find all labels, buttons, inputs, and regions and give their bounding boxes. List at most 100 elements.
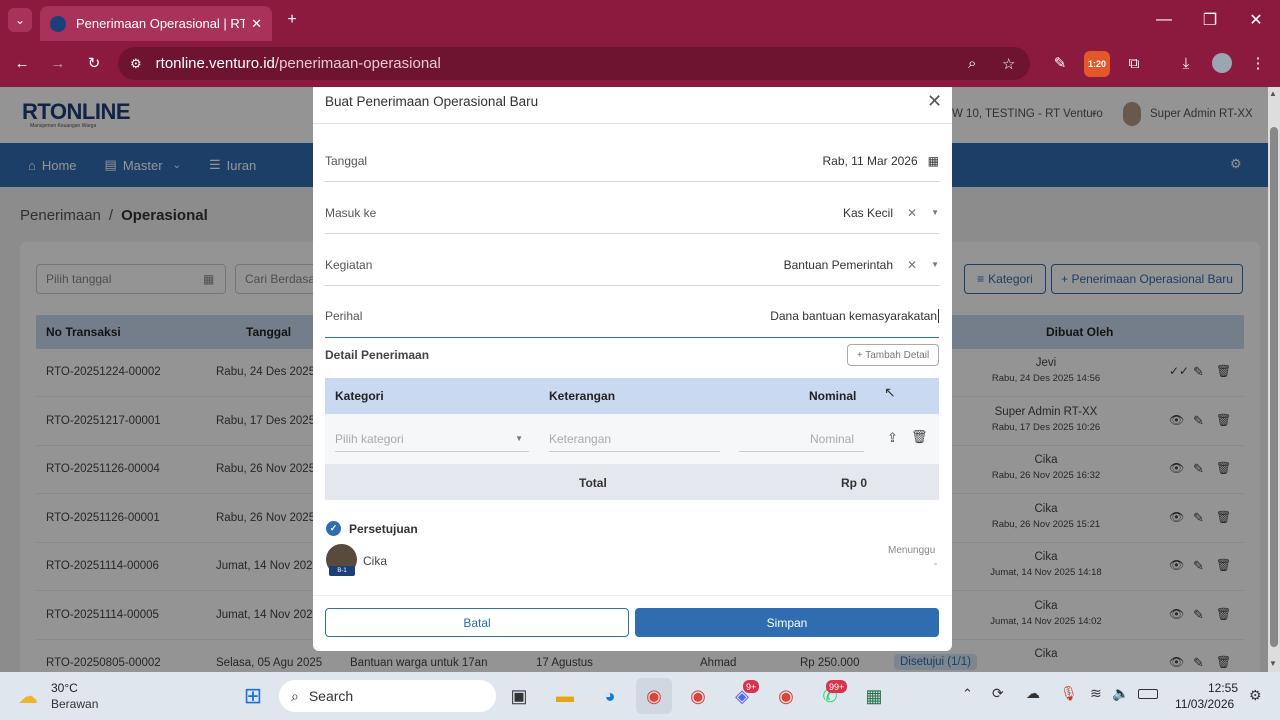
taskbar-search-label: Search bbox=[308, 688, 354, 704]
dropdown-arrow-icon[interactable]: ▼ bbox=[931, 260, 939, 269]
masuk-ke-select[interactable]: Kas Kecil ✕ ▼ bbox=[843, 206, 939, 220]
tambah-detail-button[interactable]: + Tambah Detail bbox=[847, 344, 939, 366]
detail-title: Detail Penerimaan bbox=[325, 348, 430, 362]
tab-title: Penerimaan Operasional | RT Onl bbox=[76, 16, 246, 31]
tab-search-icon[interactable]: ⌄ bbox=[8, 8, 32, 32]
cloud-icon[interactable]: ☁ bbox=[1026, 685, 1040, 702]
footer-divider bbox=[313, 595, 952, 596]
perihal-input[interactable]: Dana bantuan kemasyarakatan bbox=[770, 308, 939, 323]
url-bar[interactable]: ⚙ rtonline.venturo.id /penerimaan-operas… bbox=[118, 47, 1030, 80]
mouse-cursor-icon: ↖ bbox=[884, 384, 896, 400]
forward-icon[interactable]: → bbox=[44, 49, 72, 77]
new-tab-icon[interactable]: + bbox=[272, 0, 312, 40]
approver-dash: - bbox=[934, 559, 938, 570]
dropdown-arrow-icon: ▼ bbox=[515, 434, 523, 443]
kegiatan-label: Kegiatan bbox=[325, 257, 373, 272]
persetujuan-heading: ✓ Persetujuan bbox=[326, 521, 418, 536]
volume-icon[interactable]: 🔈 bbox=[1112, 685, 1129, 702]
upload-icon[interactable]: ⇪ bbox=[887, 430, 898, 446]
back-icon[interactable]: ← bbox=[8, 49, 36, 77]
total-value: Rp 0 bbox=[841, 476, 868, 490]
kegiatan-value: Bantuan Pemerintah bbox=[783, 257, 894, 272]
col-keterangan: Keterangan bbox=[549, 389, 616, 403]
chrome-active-icon[interactable]: ◉ bbox=[636, 678, 672, 714]
dropdown-arrow-icon[interactable]: ▼ bbox=[931, 208, 939, 217]
browser-tab[interactable]: Penerimaan Operasional | RT Onl ✕ bbox=[40, 6, 272, 41]
clock-date[interactable]: 11/03/2026 bbox=[1175, 697, 1234, 711]
detail-table-header: Kategori Keterangan Nominal bbox=[325, 378, 939, 414]
browser-menu-icon[interactable]: ⋮ bbox=[1244, 49, 1272, 77]
clear-icon[interactable]: ✕ bbox=[907, 206, 917, 220]
kegiatan-row: Kegiatan Bantuan Pemerintah ✕ ▼ bbox=[325, 234, 939, 286]
weather-desc[interactable]: Berawan bbox=[51, 697, 98, 711]
excel-icon[interactable]: ▦ bbox=[856, 678, 892, 714]
zoom-icon[interactable]: ⌕ bbox=[968, 55, 976, 72]
create-modal: Buat Penerimaan Operasional Baru ✕ Tangg… bbox=[313, 87, 952, 651]
file-explorer-icon[interactable]: ▬ bbox=[547, 678, 583, 714]
modal-title: Buat Penerimaan Operasional Baru bbox=[325, 94, 539, 109]
perihal-label: Perihal bbox=[325, 308, 363, 323]
masuk-ke-label: Masuk ke bbox=[325, 205, 377, 220]
minimize-icon[interactable]: — bbox=[1144, 0, 1184, 40]
clear-icon[interactable]: ✕ bbox=[907, 258, 917, 272]
detail-row: Pilih kategori ▼ Keterangan Nominal ⇪ 🗑 bbox=[325, 414, 939, 464]
bookmark-icon[interactable]: ☆ bbox=[1002, 55, 1015, 73]
task-view-icon[interactable]: ▣ bbox=[501, 678, 537, 714]
clock-time[interactable]: 12:55 bbox=[1208, 681, 1238, 695]
edge-icon[interactable]: ◕ bbox=[592, 678, 628, 714]
restore-icon[interactable]: ❐ bbox=[1190, 0, 1230, 40]
taskbar-search[interactable]: ⌕ Search bbox=[279, 680, 496, 712]
perihal-row: Perihal Dana bantuan kemasyarakatan bbox=[325, 286, 939, 338]
extensions-icon[interactable]: ⧉ bbox=[1120, 49, 1148, 77]
chrome-icon[interactable]: ◉ bbox=[680, 678, 716, 714]
tanggal-row: Tanggal Rab, 11 Mar 2026 ▦ bbox=[325, 130, 939, 182]
favicon-icon bbox=[50, 15, 66, 32]
windows-start-icon[interactable]: ⊞ bbox=[235, 678, 271, 714]
approver-name: Cika bbox=[363, 554, 388, 568]
url-host: rtonline.venturo.id bbox=[155, 55, 275, 72]
notification-icon[interactable]: ⚙ bbox=[1249, 687, 1262, 704]
tab-close-icon[interactable]: ✕ bbox=[251, 16, 262, 32]
chrome-profile-icon[interactable]: ◉ bbox=[768, 678, 804, 714]
sync-icon[interactable]: ⟳ bbox=[992, 685, 1004, 702]
scroll-thumb[interactable] bbox=[1270, 127, 1278, 647]
taskbar: ☁ 30°C Berawan ⊞ ⌕ Search ▣ ▬ ◕ ◉ ◉ ◈ 9+ … bbox=[0, 672, 1280, 720]
whatsapp-badge: 99+ bbox=[826, 680, 848, 693]
tray-chevron-icon[interactable]: ⌃ bbox=[962, 686, 973, 702]
tanggal-picker[interactable]: Rab, 11 Mar 2026 ▦ bbox=[822, 154, 939, 168]
total-row: Total Rp 0 bbox=[325, 464, 939, 500]
reload-icon[interactable]: ↻ bbox=[80, 49, 108, 77]
masuk-ke-value: Kas Kecil bbox=[842, 205, 894, 220]
site-info-icon[interactable]: ⚙ bbox=[130, 56, 142, 72]
search-icon: ⌕ bbox=[291, 687, 299, 704]
persetujuan-label: Persetujuan bbox=[349, 521, 418, 536]
download-icon[interactable]: ⤓ bbox=[1172, 49, 1200, 77]
keterangan-input[interactable]: Keterangan bbox=[549, 426, 720, 452]
close-window-icon[interactable]: ✕ bbox=[1236, 0, 1276, 40]
kategori-placeholder: Pilih kategori bbox=[335, 431, 404, 446]
batal-button[interactable]: Batal bbox=[325, 608, 629, 637]
profile-avatar[interactable] bbox=[1212, 53, 1232, 73]
discord-badge: 9+ bbox=[743, 680, 760, 693]
extension-badge[interactable]: 1:20 bbox=[1084, 51, 1110, 77]
trash-icon[interactable]: 🗑 bbox=[911, 429, 928, 445]
pen-extension-icon[interactable]: ✎ bbox=[1046, 49, 1074, 77]
kategori-select[interactable]: Pilih kategori ▼ bbox=[335, 426, 529, 452]
kegiatan-select[interactable]: Bantuan Pemerintah ✕ ▼ bbox=[784, 258, 939, 272]
col-nominal: Nominal bbox=[809, 389, 857, 403]
scroll-down-icon[interactable]: ▼ bbox=[1269, 659, 1277, 668]
page-scrollbar[interactable]: ▲ ▼ bbox=[1268, 87, 1280, 672]
microphone-icon[interactable]: 🎙 bbox=[1060, 685, 1078, 702]
modal-close-icon[interactable]: ✕ bbox=[927, 91, 942, 112]
scroll-up-icon[interactable]: ▲ bbox=[1269, 89, 1277, 98]
tanggal-value: Rab, 11 Mar 2026 bbox=[822, 153, 918, 168]
nominal-input[interactable]: Nominal bbox=[739, 426, 864, 452]
battery-icon[interactable] bbox=[1138, 689, 1158, 699]
approver-badge: B-1 bbox=[329, 566, 355, 576]
modal-divider bbox=[313, 123, 952, 124]
wifi-icon[interactable]: ≋ bbox=[1090, 685, 1102, 702]
simpan-button[interactable]: Simpan bbox=[635, 608, 939, 637]
weather-icon[interactable]: ☁ bbox=[18, 684, 38, 709]
url-path: /penerimaan-operasional bbox=[274, 55, 441, 72]
weather-temp[interactable]: 30°C bbox=[51, 681, 78, 695]
